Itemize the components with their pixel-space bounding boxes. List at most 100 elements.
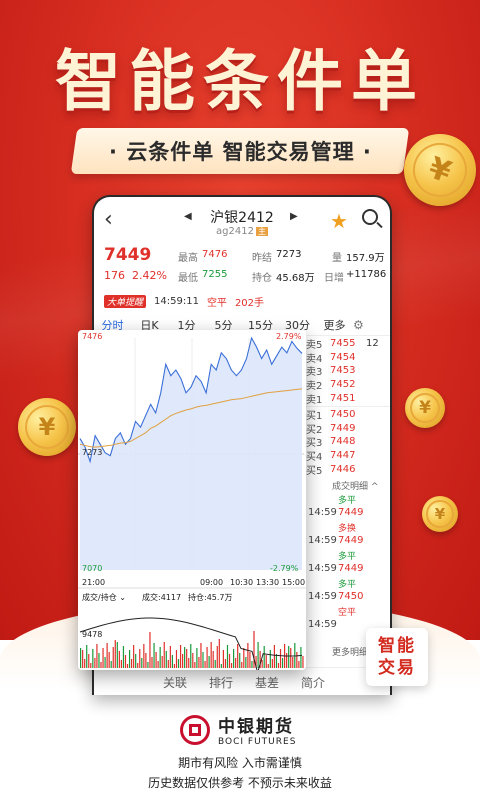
high-label: 最高 (178, 253, 198, 264)
time-label: 10:30 (230, 578, 254, 587)
volume-bar (216, 646, 218, 668)
order-book-row[interactable]: 买4 7447 (306, 449, 390, 463)
volume-bar (245, 657, 247, 668)
volume-bar (212, 651, 214, 668)
volume-bar (237, 644, 239, 668)
daily-increase-value: +11786 (346, 269, 387, 280)
brand-logo: 中银期货 BOCI FUTURES (180, 712, 296, 747)
volume-bar (288, 646, 290, 668)
volume-bar (196, 648, 198, 668)
history-disclaimer: 历史数据仅供参考 不预示未来收益 (148, 776, 332, 790)
volume-bar (290, 648, 292, 668)
timeshare-chart-card: 7476 2.79% 7273 7070 -2.79% 21:00 09:00 … (78, 330, 306, 670)
order-book-row[interactable]: 卖2 7452 (306, 378, 390, 392)
volume-bar (143, 644, 145, 668)
volume-bar (153, 643, 155, 668)
volume-bar (147, 662, 149, 668)
volume-bar (198, 657, 200, 668)
volume-bar (131, 659, 133, 668)
volume-bar (257, 642, 259, 668)
tick-detail-header[interactable]: 成交明细 ^ (332, 479, 378, 492)
tick-kind: 多换 (338, 524, 357, 534)
volume-bar (271, 659, 273, 668)
volume-bar (122, 646, 125, 668)
low-label: 最低 (178, 273, 198, 284)
volume-bar (159, 647, 161, 668)
timeshare-chart (78, 336, 306, 670)
volume-bar (182, 654, 184, 668)
tick-time: 14:59 (308, 619, 337, 630)
volume-bar (220, 664, 222, 668)
coin-icon: ¥ (18, 398, 76, 456)
back-button[interactable]: ‹ (104, 207, 113, 232)
period-tab[interactable]: 更多 (316, 317, 353, 333)
prev-settle-value: 7273 (276, 249, 302, 260)
volume-bar (275, 654, 278, 668)
order-book-row[interactable]: 卖1 7451 (306, 391, 390, 406)
volume-bar (86, 645, 88, 668)
volume-bar (126, 664, 129, 668)
time-label: 21:00 (82, 578, 106, 587)
volume-bar (228, 654, 231, 668)
order-book-row[interactable]: 买5 7446 (306, 462, 390, 477)
price-area (80, 338, 302, 570)
volume-bar (96, 644, 98, 668)
volume-bar (226, 645, 229, 668)
volume-bar (175, 650, 178, 668)
volume-bar (302, 656, 304, 668)
order-book-row[interactable]: 卖4 7454 (306, 351, 390, 365)
chart-low-pct: -2.79% (270, 564, 299, 573)
volume-bar (173, 664, 176, 668)
volume-bar (233, 649, 235, 668)
volume-bar (106, 643, 108, 668)
order-book-row[interactable]: 卖5 7455 12 (306, 337, 390, 351)
volume-bar (235, 658, 237, 668)
volume-bar (300, 647, 302, 668)
volume-selector[interactable]: 成交/持仓 ⌄ (82, 592, 126, 603)
search-icon[interactable] (362, 209, 378, 225)
volume-bar (261, 660, 263, 668)
tab-intro[interactable]: 简介 (290, 674, 336, 691)
order-book-row[interactable]: 买2 7449 (306, 422, 390, 436)
settings-gear-icon[interactable]: ⚙ (353, 318, 364, 332)
order-book-row[interactable]: 买1 7450 (306, 408, 390, 422)
volume-bar (247, 643, 249, 668)
more-ticks-link[interactable]: 更多明细 (332, 645, 368, 658)
order-price: 7455 (330, 338, 356, 350)
favorite-star-icon[interactable]: ★ (330, 209, 348, 233)
volume-bar (265, 655, 267, 668)
volume-bar (155, 652, 157, 668)
order-book-row[interactable]: 卖3 7453 (306, 364, 390, 378)
volume-bar (133, 645, 135, 668)
tab-related[interactable]: 关联 (152, 674, 198, 691)
alert-qty: 202手 (234, 298, 265, 309)
order-book-row[interactable]: 买3 7448 (306, 435, 390, 449)
volume-bar (202, 652, 204, 668)
volume-bar (82, 650, 84, 668)
order-price: 7446 (330, 463, 356, 475)
prev-settle-label: 昨结 (252, 253, 272, 264)
volume-bar (273, 645, 275, 668)
contract-title: 沪银2412 (210, 210, 274, 226)
volume-bar (249, 652, 251, 668)
volume-bar (298, 661, 300, 668)
volume-bar (292, 657, 294, 668)
next-contract-icon[interactable]: ▶ (290, 211, 298, 222)
volume-bar (151, 657, 153, 668)
oi-readout: 持仓:45.7万 (188, 593, 233, 602)
tab-ranking[interactable]: 排行 (198, 674, 244, 691)
order-price: 7454 (330, 351, 356, 363)
tick-price: 7449 (338, 507, 364, 518)
volume-bar (286, 653, 288, 668)
smart-trade-badge[interactable]: 智能 交易 (366, 628, 428, 686)
main-contract-badge: 主 (255, 227, 268, 236)
volume-bar (169, 646, 171, 668)
volume-bar (194, 662, 196, 668)
boc-logo-icon (180, 714, 210, 745)
order-price: 7448 (330, 436, 356, 448)
volume-bar (141, 658, 143, 668)
big-order-alert[interactable]: 大单提醒 14:59:11 空平 202手 (104, 294, 264, 309)
tab-basis[interactable]: 基差 (244, 674, 290, 691)
volume-bar (135, 654, 137, 668)
prev-contract-icon[interactable]: ◀ (184, 211, 192, 222)
